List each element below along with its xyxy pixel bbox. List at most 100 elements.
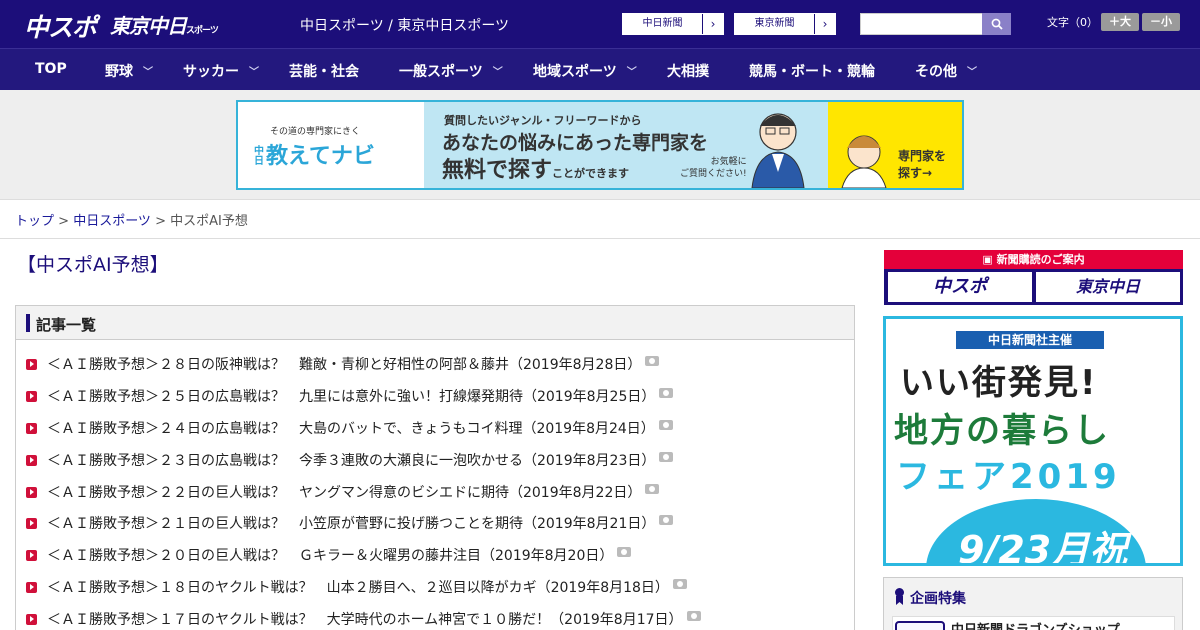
banner-cta: 専門家を 探す→ bbox=[898, 148, 946, 182]
font-increase-button[interactable]: ＋大 bbox=[1101, 13, 1139, 31]
article-title: ＜ＡＩ勝敗予想＞２８日の阪神戦は？ 難敵・青柳と好相性の阿部＆藤井（2019年8… bbox=[47, 357, 642, 373]
nav-label: 芸能・社会 bbox=[289, 64, 359, 80]
fair-date: 9/23月祝 bbox=[958, 528, 1128, 566]
nav-label: 大相撲 bbox=[667, 64, 709, 80]
breadcrumb-sep: > bbox=[150, 214, 171, 229]
banner-line3: 無料で探すことができます bbox=[442, 152, 629, 184]
nav-label: TOP bbox=[35, 61, 67, 77]
list-item[interactable]: ＜ＡＩ勝敗予想＞２３日の広島戦は？ 今季３連敗の大瀬良に一泡吹かせる（2019年… bbox=[26, 450, 674, 470]
breadcrumb-home[interactable]: トップ bbox=[15, 214, 54, 229]
heading-bar bbox=[26, 314, 30, 332]
bullet-arrow-icon bbox=[26, 454, 37, 466]
nav-item-other[interactable]: その他 ﹀ bbox=[915, 61, 977, 81]
banner-cta1: 専門家を bbox=[898, 149, 947, 163]
nav-label: 野球 bbox=[105, 64, 133, 80]
camera-icon bbox=[617, 547, 632, 557]
list-item[interactable]: ＜ＡＩ勝敗予想＞１８日のヤクルト戦は？ 山本２勝目へ、２巡目以降がカギ（2019… bbox=[26, 577, 687, 597]
banner-cta-panel[interactable]: 専門家を 探す→ bbox=[828, 102, 962, 188]
bullet-arrow-icon bbox=[26, 486, 37, 498]
woman-illustration bbox=[841, 135, 887, 188]
nav-label: その他 bbox=[915, 64, 957, 80]
camera-icon bbox=[645, 484, 660, 494]
nav-item-baseball[interactable]: 野球 ﹀ bbox=[105, 61, 153, 81]
banner-sub: その道の専門家にきく bbox=[270, 127, 361, 137]
tokyo-logo-text: 東京中日 bbox=[110, 14, 187, 38]
nav-item-sumo[interactable]: 大相撲 bbox=[667, 61, 709, 81]
banner-line3-main: 無料で探す bbox=[442, 158, 553, 183]
banner-line3-small: ことができます bbox=[552, 167, 630, 180]
list-item[interactable]: ＜ＡＩ勝敗予想＞２１日の巨人戦は？ 小笠原が菅野に投げ勝つことを期待（2019年… bbox=[26, 513, 674, 533]
breadcrumb-current: 中スポAI予想 bbox=[170, 214, 248, 229]
divider bbox=[0, 238, 1200, 239]
breadcrumb: トップ > 中日スポーツ > 中スポAI予想 bbox=[15, 210, 248, 229]
fair-banner[interactable]: 中日新聞社主催 いい街発見! 地方の暮らし フェア2019 9/23月祝 bbox=[883, 316, 1183, 566]
breadcrumb-section[interactable]: 中日スポーツ bbox=[73, 214, 151, 229]
bullet-arrow-icon bbox=[26, 517, 37, 529]
list-item[interactable]: ＜ＡＩ勝敗予想＞２４日の広島戦は？ 大島のバットで、きょうもコイ料理（2019年… bbox=[26, 418, 673, 438]
list-item[interactable]: ＜ＡＩ勝敗予想＞２５日の広島戦は？ 九里には意外に強い！打線爆発期待（2019年… bbox=[26, 386, 674, 406]
article-title: ＜ＡＩ勝敗予想＞２４日の広島戦は？ 大島のバットで、きょうもコイ料理（2019年… bbox=[47, 421, 655, 437]
article-title: ＜ＡＩ勝敗予想＞１７日のヤクルト戦は？ 大学時代のホーム神宮で１０勝だ！（201… bbox=[47, 612, 683, 628]
camera-icon bbox=[659, 515, 674, 525]
list-item[interactable]: ＜ＡＩ勝敗予想＞２２日の巨人戦は？ ヤングマン得意のビシエドに期待（2019年8… bbox=[26, 482, 660, 502]
nav-item-general-sports[interactable]: 一般スポーツ ﹀ bbox=[399, 61, 503, 81]
chunichi-shimbun-label: 中日新聞 bbox=[623, 14, 703, 34]
ad-area: その道の専門家にきく 中日教えてナビ 質問したいジャンル・フリーワードから あな… bbox=[0, 90, 1200, 200]
main-nav: TOP 野球 ﹀ サッカー ﹀ 芸能・社会 一般スポーツ ﹀ 地域スポーツ ﹀ 大相撲 … bbox=[0, 48, 1200, 90]
nav-item-soccer[interactable]: サッカー ﹀ bbox=[183, 61, 259, 81]
camera-icon bbox=[659, 452, 674, 462]
list-item[interactable]: ＜ＡＩ勝敗予想＞２８日の阪神戦は？ 難敵・青柳と好相性の阿部＆藤井（2019年8… bbox=[26, 354, 660, 374]
list-item[interactable]: ＜ＡＩ勝敗予想＞１７日のヤクルト戦は？ 大学時代のホーム神宮で１０勝だ！（201… bbox=[26, 609, 701, 629]
chevron-right-icon: › bbox=[710, 17, 716, 31]
banner-note1: お気軽に bbox=[710, 157, 747, 167]
chuspo-logo[interactable]: 中スポ bbox=[24, 8, 97, 44]
chunichi-shimbun-link[interactable]: 中日新聞 › bbox=[622, 13, 724, 35]
camera-icon bbox=[645, 356, 660, 366]
fair-line1: いい街発見! bbox=[900, 363, 1098, 403]
nav-item-racing[interactable]: 競馬・ボート・競輪 bbox=[749, 61, 875, 81]
nav-label: 競馬・ボート・競輪 bbox=[749, 64, 875, 80]
article-title: ＜ＡＩ勝敗予想＞２１日の巨人戦は？ 小笠原が菅野に投げ勝つことを期待（2019年… bbox=[47, 516, 656, 532]
banner-brand: 中日教えてナビ bbox=[254, 138, 375, 170]
subscription-heading-text: 新聞購読のご案内 bbox=[996, 253, 1085, 266]
special-features-title: 企画特集 bbox=[910, 591, 966, 607]
consultant-illustration bbox=[751, 113, 805, 188]
tokyo-chunichi-logo[interactable]: 東京中日スポーツ bbox=[110, 10, 219, 39]
fair-line2: 地方の暮らし bbox=[894, 411, 1110, 451]
subscribe-tokyo-button[interactable]: 東京中日 bbox=[1036, 272, 1180, 302]
search-button[interactable] bbox=[982, 13, 1011, 35]
bullet-arrow-icon bbox=[26, 390, 37, 402]
nav-item-top[interactable]: TOP bbox=[35, 61, 67, 77]
camera-icon bbox=[658, 420, 673, 430]
banner-line1: 質問したいジャンル・フリーワードから bbox=[444, 114, 642, 127]
list-item[interactable]: ＜ＡＩ勝敗予想＞２０日の巨人戦は？ Ｇキラー＆火曜男の藤井注目（2019年8月2… bbox=[26, 545, 632, 565]
subscribe-chuspo-button[interactable]: 中スポ bbox=[888, 272, 1032, 302]
oshiete-navi-banner[interactable]: その道の専門家にきく 中日教えてナビ 質問したいジャンル・フリーワードから あな… bbox=[236, 100, 964, 190]
banner-brand-name: 教えてナビ bbox=[266, 144, 375, 169]
font-decrease-button[interactable]: －小 bbox=[1142, 13, 1180, 31]
subscription-heading: ▣ 新聞購読のご案内 bbox=[884, 250, 1183, 269]
article-list-header: 記事一覧 bbox=[16, 306, 854, 340]
page-title: 【中スポAI予想】 bbox=[17, 254, 169, 276]
camera-icon bbox=[659, 388, 674, 398]
feature-title: 中日新聞ドラゴンズショップ bbox=[951, 619, 1120, 630]
banner-line2: あなたの悩みにあった専門家を bbox=[442, 132, 709, 154]
chevron-down-icon: ﹀ bbox=[249, 67, 259, 78]
tokyo-shimbun-link[interactable]: 東京新聞 › bbox=[734, 13, 836, 35]
special-feature-card[interactable]: 中日新聞ドラゴンズショップ bbox=[892, 616, 1175, 630]
site-header: 中スポ 東京中日スポーツ 中日スポーツ / 東京中日スポーツ 中日新聞 › 東京… bbox=[0, 0, 1200, 48]
bullet-arrow-icon bbox=[26, 358, 37, 370]
nav-label: サッカー bbox=[183, 64, 239, 80]
camera-icon bbox=[672, 579, 687, 589]
search-input[interactable] bbox=[860, 13, 983, 35]
breadcrumb-sep: > bbox=[54, 214, 74, 229]
nav-label: 地域スポーツ bbox=[533, 64, 617, 80]
tokyo-logo-small: スポーツ bbox=[186, 26, 219, 36]
nav-label: 一般スポーツ bbox=[399, 64, 483, 80]
fair-tag: 中日新聞社主催 bbox=[956, 331, 1104, 349]
nav-item-local-sports[interactable]: 地域スポーツ ﹀ bbox=[533, 61, 637, 81]
font-size-label: 文字（0） bbox=[1047, 16, 1098, 29]
newspaper-icon: ▣ bbox=[982, 253, 997, 266]
article-title: ＜ＡＩ勝敗予想＞２０日の巨人戦は？ Ｇキラー＆火曜男の藤井注目（2019年8月2… bbox=[47, 548, 614, 564]
nav-item-entertainment[interactable]: 芸能・社会 bbox=[289, 61, 359, 81]
